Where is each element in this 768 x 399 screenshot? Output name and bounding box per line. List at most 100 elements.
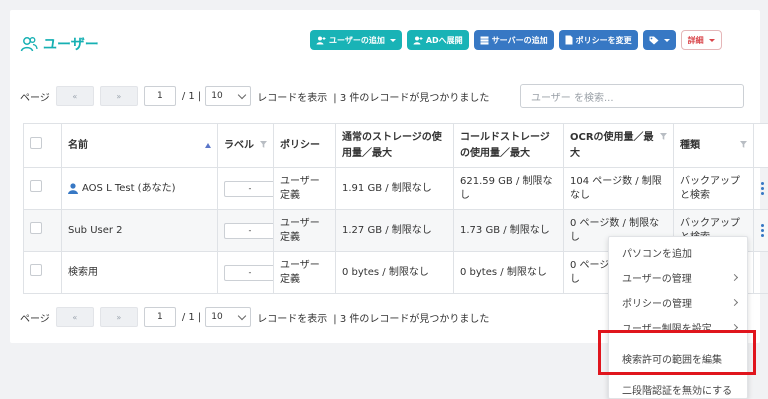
row-checkbox[interactable] [30, 222, 42, 234]
per-page-select[interactable]: 10 [205, 86, 252, 106]
column-header-name[interactable]: 名前 [61, 123, 218, 168]
more-options-icon[interactable] [760, 182, 765, 195]
chevron-down-icon [663, 38, 670, 42]
change-policy-label: ポリシーを変更 [575, 35, 632, 45]
filter-icon[interactable] [260, 140, 267, 148]
menu-item-label: ポリシーの管理 [622, 299, 692, 310]
row-select-cell [23, 251, 62, 294]
search-input[interactable]: ユーザー を検索... [520, 84, 744, 108]
user-name[interactable]: Sub User 2 [68, 225, 123, 236]
ad-deploy-label: ADへ展開 [425, 35, 463, 45]
per-page-value: 10 [211, 91, 223, 101]
label-button[interactable]: - [224, 264, 273, 281]
column-header-label[interactable]: ラベル [217, 123, 274, 168]
prev-page-button[interactable]: « [55, 86, 94, 106]
chevron-down-icon [238, 90, 247, 99]
ad-deploy-button[interactable]: ADへ展開 [406, 30, 469, 50]
add-user-icon [413, 36, 423, 44]
filter-icon[interactable] [660, 132, 667, 140]
column-label: ラベル [224, 139, 254, 151]
table-row[interactable]: AOS L Test (あなた) - ユーザー定義 1.91 GB / 制限なし… [23, 167, 768, 210]
row-actions-cell [753, 251, 768, 294]
chevron-right-icon [730, 273, 739, 282]
column-label: ポリシー [280, 139, 320, 151]
records-label: レコードを表示 [257, 313, 328, 325]
details-button[interactable]: 詳細 [680, 30, 722, 50]
document-icon [565, 35, 573, 45]
policy-cell: ユーザー定義 [273, 209, 336, 252]
select-all-cell [23, 123, 62, 168]
cold-storage-cell: 1.73 GB / 制限なし [453, 209, 564, 252]
row-checkbox[interactable] [30, 264, 42, 276]
column-label: OCRの使用量／最大 [570, 131, 654, 159]
menu-item-manage-user[interactable]: ユーザーの管理 [609, 265, 747, 290]
more-options-icon[interactable] [760, 224, 765, 237]
per-page-value: 10 [211, 312, 223, 322]
storage-cell: 1.91 GB / 制限なし [335, 167, 454, 210]
menu-item-disable-2fa[interactable]: 二段階認証を無効にする [609, 377, 747, 399]
prev-page-button[interactable]: « [55, 307, 94, 327]
change-policy-button[interactable]: ポリシーを変更 [558, 30, 638, 50]
label-cell: - [217, 251, 274, 294]
user-icon [68, 183, 78, 194]
page-total: / 1 | [181, 311, 202, 323]
row-actions-cell [753, 167, 768, 210]
tag-dropdown-button[interactable] [642, 30, 676, 50]
column-header-ocr[interactable]: OCRの使用量／最大 [563, 123, 674, 168]
annotation-highlight-box [598, 330, 756, 375]
per-page-select[interactable]: 10 [205, 307, 252, 327]
details-label: 詳細 [687, 35, 704, 45]
found-count: | 3 件のレコードが見つかりました [333, 313, 490, 325]
add-server-button[interactable]: サーバーの追加 [473, 30, 554, 50]
user-name-cell: Sub User 2 [61, 209, 218, 252]
column-header-policy[interactable]: ポリシー [273, 123, 336, 168]
pager-top: ページ « » 1 / 1 | 10 レコードを表示 | 3 件のレコードが見つ… [20, 86, 489, 106]
column-label: 種類 [680, 139, 700, 151]
row-select-cell [23, 209, 62, 252]
pager-label: ページ [20, 313, 50, 325]
records-label: レコードを表示 [257, 92, 328, 104]
policy-cell: ユーザー定義 [273, 251, 336, 294]
column-label: 通常のストレージの使用量／最大 [342, 131, 442, 159]
user-name[interactable]: AOS L Test (あなた) [82, 182, 176, 196]
sort-asc-icon[interactable] [205, 142, 211, 148]
add-server-label: サーバーの追加 [491, 35, 548, 45]
column-header-storage[interactable]: 通常のストレージの使用量／最大 [335, 123, 454, 168]
label-button[interactable]: - [224, 180, 273, 197]
user-name-cell: 検索用 [61, 251, 218, 294]
policy-cell: ユーザー定義 [273, 167, 336, 210]
server-icon [480, 36, 489, 44]
user-name-cell: AOS L Test (あなた) [61, 167, 218, 210]
pager-label: ページ [20, 92, 50, 104]
chevron-down-icon [708, 38, 715, 42]
ocr-cell: 104 ページ数 / 制限なし [563, 167, 674, 210]
filter-icon[interactable] [740, 140, 747, 148]
chevron-right-icon [730, 298, 739, 307]
add-user-button[interactable]: ユーザーの追加 [310, 30, 402, 50]
users-icon [20, 37, 38, 52]
user-name[interactable]: 検索用 [68, 267, 98, 278]
menu-item-label: 二段階認証を無効にする [622, 386, 733, 397]
column-header-actions [753, 123, 768, 168]
select-all-checkbox[interactable] [30, 136, 42, 149]
menu-item-add-computer[interactable]: パソコンを追加 [609, 240, 747, 265]
add-user-icon [316, 36, 326, 44]
toolbar: ユーザーの追加 ADへ展開 サーバーの追加 ポリシーを変更 詳細 [310, 30, 722, 50]
row-actions-cell [753, 209, 768, 252]
row-checkbox[interactable] [30, 180, 42, 192]
page-number-input[interactable]: 1 [143, 307, 176, 327]
pager-bottom: ページ « » 1 / 1 | 10 レコードを表示 | 3 件のレコードが見つ… [20, 307, 489, 327]
next-page-button[interactable]: » [99, 86, 138, 106]
cold-storage-cell: 621.59 GB / 制限なし [453, 167, 564, 210]
label-cell: - [217, 209, 274, 252]
column-header-type[interactable]: 種類 [673, 123, 754, 168]
column-header-cold-storage[interactable]: コールドストレージの使用量／最大 [453, 123, 564, 168]
page-title: ユーザー [20, 34, 99, 54]
add-user-label: ユーザーの追加 [329, 35, 385, 45]
menu-item-manage-policy[interactable]: ポリシーの管理 [609, 290, 747, 315]
chevron-down-icon [389, 38, 396, 42]
next-page-button[interactable]: » [99, 307, 138, 327]
column-label: コールドストレージの使用量／最大 [460, 131, 550, 159]
label-button[interactable]: - [224, 222, 273, 239]
page-number-input[interactable]: 1 [143, 86, 176, 106]
